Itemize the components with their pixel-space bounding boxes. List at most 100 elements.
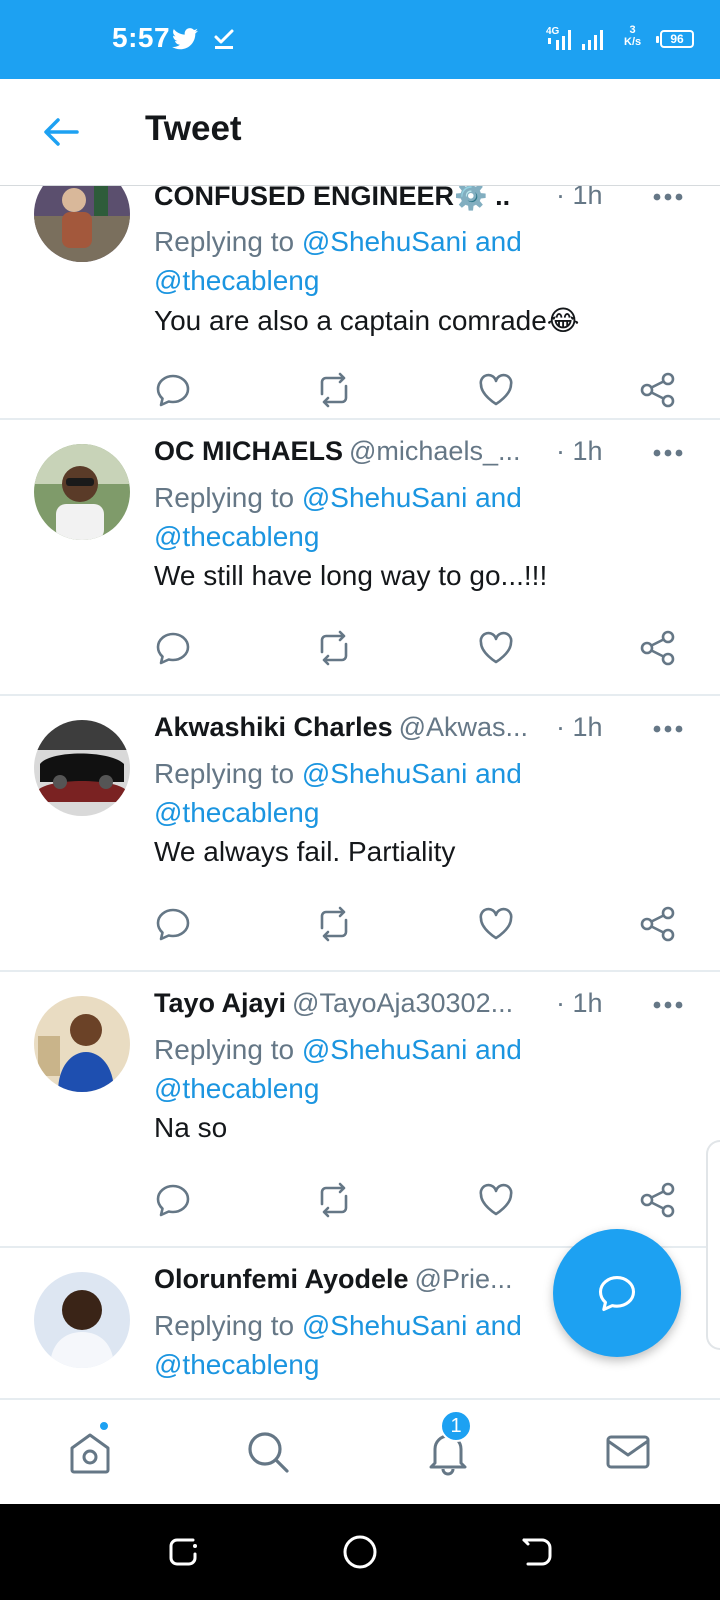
back-button[interactable] bbox=[38, 109, 84, 155]
tweet-header: Olorunfemi Ayodele @Prie... bbox=[154, 1264, 544, 1304]
replying-to-prefix: Replying to bbox=[154, 758, 302, 789]
reply-icon[interactable] bbox=[153, 628, 193, 668]
tweet-item[interactable]: Akwashiki Charles @Akwas... · 1h Replying… bbox=[0, 696, 720, 972]
avatar[interactable] bbox=[34, 1272, 130, 1368]
download-done-icon bbox=[214, 29, 234, 49]
tweet-time[interactable]: · 1h bbox=[556, 712, 603, 743]
edge-panel-handle[interactable] bbox=[706, 1140, 720, 1350]
share-icon[interactable] bbox=[638, 1180, 678, 1220]
page-title: Tweet bbox=[145, 109, 242, 148]
retweet-icon[interactable] bbox=[314, 1180, 354, 1220]
reply-icon[interactable] bbox=[153, 904, 193, 944]
messages-icon bbox=[606, 1435, 650, 1469]
reply-mention-link[interactable]: @ShehuSani and bbox=[302, 482, 522, 513]
network-speed: 3 K/s bbox=[624, 24, 641, 48]
author-handle[interactable]: @TayoAja30302... bbox=[292, 988, 513, 1018]
more-options-icon[interactable] bbox=[652, 446, 684, 460]
reply-mention-link[interactable]: @thecableng bbox=[154, 1073, 319, 1104]
like-icon[interactable] bbox=[476, 370, 516, 410]
twitter-bird-icon bbox=[172, 28, 198, 50]
like-icon[interactable] bbox=[476, 628, 516, 668]
replying-to-prefix: Replying to bbox=[154, 226, 302, 257]
search-icon bbox=[248, 1432, 289, 1473]
back-arrow-icon bbox=[44, 118, 79, 146]
signal-4g-icon: 4G bbox=[546, 26, 571, 50]
reply-mention-link[interactable]: @ShehuSani and bbox=[302, 1310, 522, 1341]
nav-search[interactable] bbox=[240, 1424, 296, 1480]
author-handle[interactable]: @michaels_... bbox=[349, 436, 520, 466]
more-options-icon[interactable] bbox=[652, 998, 684, 1012]
reply-bubble-icon bbox=[598, 1276, 636, 1312]
replying-to: Replying to @ShehuSani and @thecableng bbox=[154, 1306, 574, 1384]
reply-mention-link[interactable]: @ShehuSani and bbox=[302, 1034, 522, 1065]
tweet-actions bbox=[0, 904, 720, 944]
replying-to-prefix: Replying to bbox=[154, 482, 302, 513]
replying-to: Replying to @ShehuSani and @thecableng bbox=[154, 754, 574, 832]
tweet-item[interactable]: OC MICHAELS @michaels_... · 1h Replying t… bbox=[0, 420, 720, 696]
replying-to: Replying to @ShehuSani and @thecableng bbox=[154, 1030, 574, 1108]
like-icon[interactable] bbox=[476, 1180, 516, 1220]
author-name[interactable]: OC MICHAELS bbox=[154, 436, 343, 466]
home-circle-icon[interactable] bbox=[340, 1532, 380, 1572]
author-handle[interactable]: @Prie... bbox=[415, 1264, 513, 1294]
home-new-indicator bbox=[98, 1420, 110, 1432]
nav-home[interactable] bbox=[62, 1420, 118, 1480]
retweet-icon[interactable] bbox=[314, 904, 354, 944]
avatar[interactable] bbox=[34, 444, 130, 540]
share-icon[interactable] bbox=[638, 370, 678, 410]
avatar[interactable] bbox=[34, 996, 130, 1092]
tweet-header: Akwashiki Charles @Akwas... bbox=[154, 712, 614, 752]
notifications-badge: 1 bbox=[440, 1410, 472, 1442]
author-name[interactable]: Tayo Ajayi bbox=[154, 988, 286, 1018]
tweet-time[interactable]: · 1h bbox=[556, 436, 603, 467]
reply-icon[interactable] bbox=[153, 1180, 193, 1220]
system-navigation-bar bbox=[0, 1504, 720, 1600]
tweet-actions bbox=[0, 628, 720, 668]
back-nav-icon[interactable] bbox=[516, 1532, 556, 1572]
author-name[interactable]: CONFUSED ENGINEER⚙️ .. bbox=[154, 186, 510, 211]
replying-to: Replying to @ShehuSani and @thecableng bbox=[154, 222, 574, 300]
share-icon[interactable] bbox=[638, 904, 678, 944]
tweet-text: We still have long way to go...!!! bbox=[154, 560, 548, 591]
retweet-icon[interactable] bbox=[314, 628, 354, 668]
nav-notifications[interactable]: 1 bbox=[420, 1410, 476, 1480]
tweet-item[interactable]: CONFUSED ENGINEER⚙️ .. · 1h Replying to … bbox=[0, 186, 720, 420]
like-icon[interactable] bbox=[476, 904, 516, 944]
replying-to: Replying to @ShehuSani and @thecableng bbox=[154, 478, 574, 556]
bottom-navigation: 1 bbox=[0, 1398, 720, 1504]
tweet-actions bbox=[0, 370, 720, 410]
tweet-text: We always fail. Partiality bbox=[154, 836, 456, 867]
more-options-icon[interactable] bbox=[652, 722, 684, 736]
svg-text:4G: 4G bbox=[546, 26, 560, 37]
author-name[interactable]: Olorunfemi Ayodele bbox=[154, 1264, 409, 1294]
more-options-icon[interactable] bbox=[652, 190, 684, 204]
tweet-time[interactable]: · 1h bbox=[556, 988, 603, 1019]
author-handle[interactable]: @Akwas... bbox=[399, 712, 528, 742]
recent-apps-icon[interactable] bbox=[163, 1532, 203, 1572]
reply-mention-link[interactable]: @thecableng bbox=[154, 1349, 319, 1380]
reply-mention-link[interactable]: @thecableng bbox=[154, 265, 319, 296]
retweet-icon[interactable] bbox=[314, 370, 354, 410]
replies-list[interactable]: CONFUSED ENGINEER⚙️ .. · 1h Replying to … bbox=[0, 186, 720, 1398]
reply-icon[interactable] bbox=[153, 370, 193, 410]
reply-mention-link[interactable]: @thecableng bbox=[154, 521, 319, 552]
reply-mention-link[interactable]: @ShehuSani and bbox=[302, 758, 522, 789]
top-app-bar: Tweet bbox=[0, 79, 720, 186]
compose-reply-button[interactable] bbox=[553, 1229, 681, 1357]
replying-to-prefix: Replying to bbox=[154, 1310, 302, 1341]
avatar[interactable] bbox=[34, 186, 130, 262]
tweet-header: OC MICHAELS @michaels_... bbox=[154, 436, 614, 476]
replying-to-prefix: Replying to bbox=[154, 1034, 302, 1065]
signal-bars-icon bbox=[582, 30, 603, 50]
tweet-header: Tayo Ajayi @TayoAja30302... bbox=[154, 988, 614, 1028]
battery-indicator: 96 bbox=[656, 30, 694, 48]
network-speed-value: 3 bbox=[629, 24, 636, 36]
reply-mention-link[interactable]: @ShehuSani and bbox=[302, 226, 522, 257]
nav-messages[interactable] bbox=[600, 1424, 656, 1480]
share-icon[interactable] bbox=[638, 628, 678, 668]
reply-mention-link[interactable]: @thecableng bbox=[154, 797, 319, 828]
avatar[interactable] bbox=[34, 720, 130, 816]
tweet-item[interactable]: Tayo Ajayi @TayoAja30302... · 1h Replying… bbox=[0, 972, 720, 1248]
tweet-time[interactable]: · 1h bbox=[556, 186, 603, 211]
author-name[interactable]: Akwashiki Charles bbox=[154, 712, 393, 742]
